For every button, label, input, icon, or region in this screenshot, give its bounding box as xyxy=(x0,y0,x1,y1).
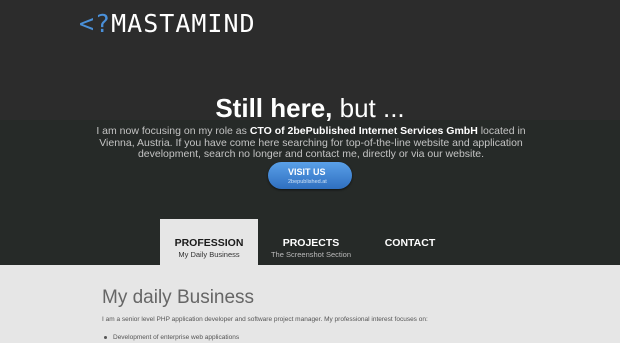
logo-prefix: <? xyxy=(79,8,112,38)
section-paragraph: I am a senior level PHP application deve… xyxy=(102,316,428,323)
tab-projects-sublabel: The Screenshot Section xyxy=(270,250,352,259)
intro-text: I am now focusing on my role as CTO of 2… xyxy=(78,125,544,161)
visit-us-sublabel: 2bepublished.at xyxy=(288,179,327,185)
bullet-icon xyxy=(104,335,107,339)
tab-projects[interactable]: PROJECTS The Screenshot Section xyxy=(266,219,356,265)
logo-name: MASTAMIND xyxy=(111,8,256,38)
tab-projects-label: PROJECTS xyxy=(282,237,340,249)
site-logo[interactable]: <? MASTAMIND xyxy=(79,6,256,40)
headline-light: but ... xyxy=(332,93,405,123)
content-area xyxy=(0,265,620,343)
page-headline: Still here, but ... xyxy=(0,93,620,124)
list-item-text: Development of enterprise web applicatio… xyxy=(113,334,240,341)
tab-profession-label: PROFESSION xyxy=(174,237,244,249)
section-title: My daily Business xyxy=(102,287,255,308)
tab-contact[interactable]: CONTACT xyxy=(368,219,452,265)
intro-before: I am now focusing on my role as xyxy=(96,125,250,137)
headline-bold: Still here, xyxy=(215,93,333,123)
tab-profession-sublabel: My Daily Business xyxy=(178,250,240,259)
intro-highlight: CTO of 2bePublished Internet Services Gm… xyxy=(249,125,478,137)
visit-us-label: VISIT US xyxy=(288,167,326,177)
tab-profession[interactable]: PROFESSION My Daily Business xyxy=(160,219,258,265)
tab-contact-label: CONTACT xyxy=(384,237,436,249)
list-item: Development of enterprise web applicatio… xyxy=(104,334,239,341)
visit-us-button[interactable]: VISIT US 2bepublished.at xyxy=(268,162,352,189)
